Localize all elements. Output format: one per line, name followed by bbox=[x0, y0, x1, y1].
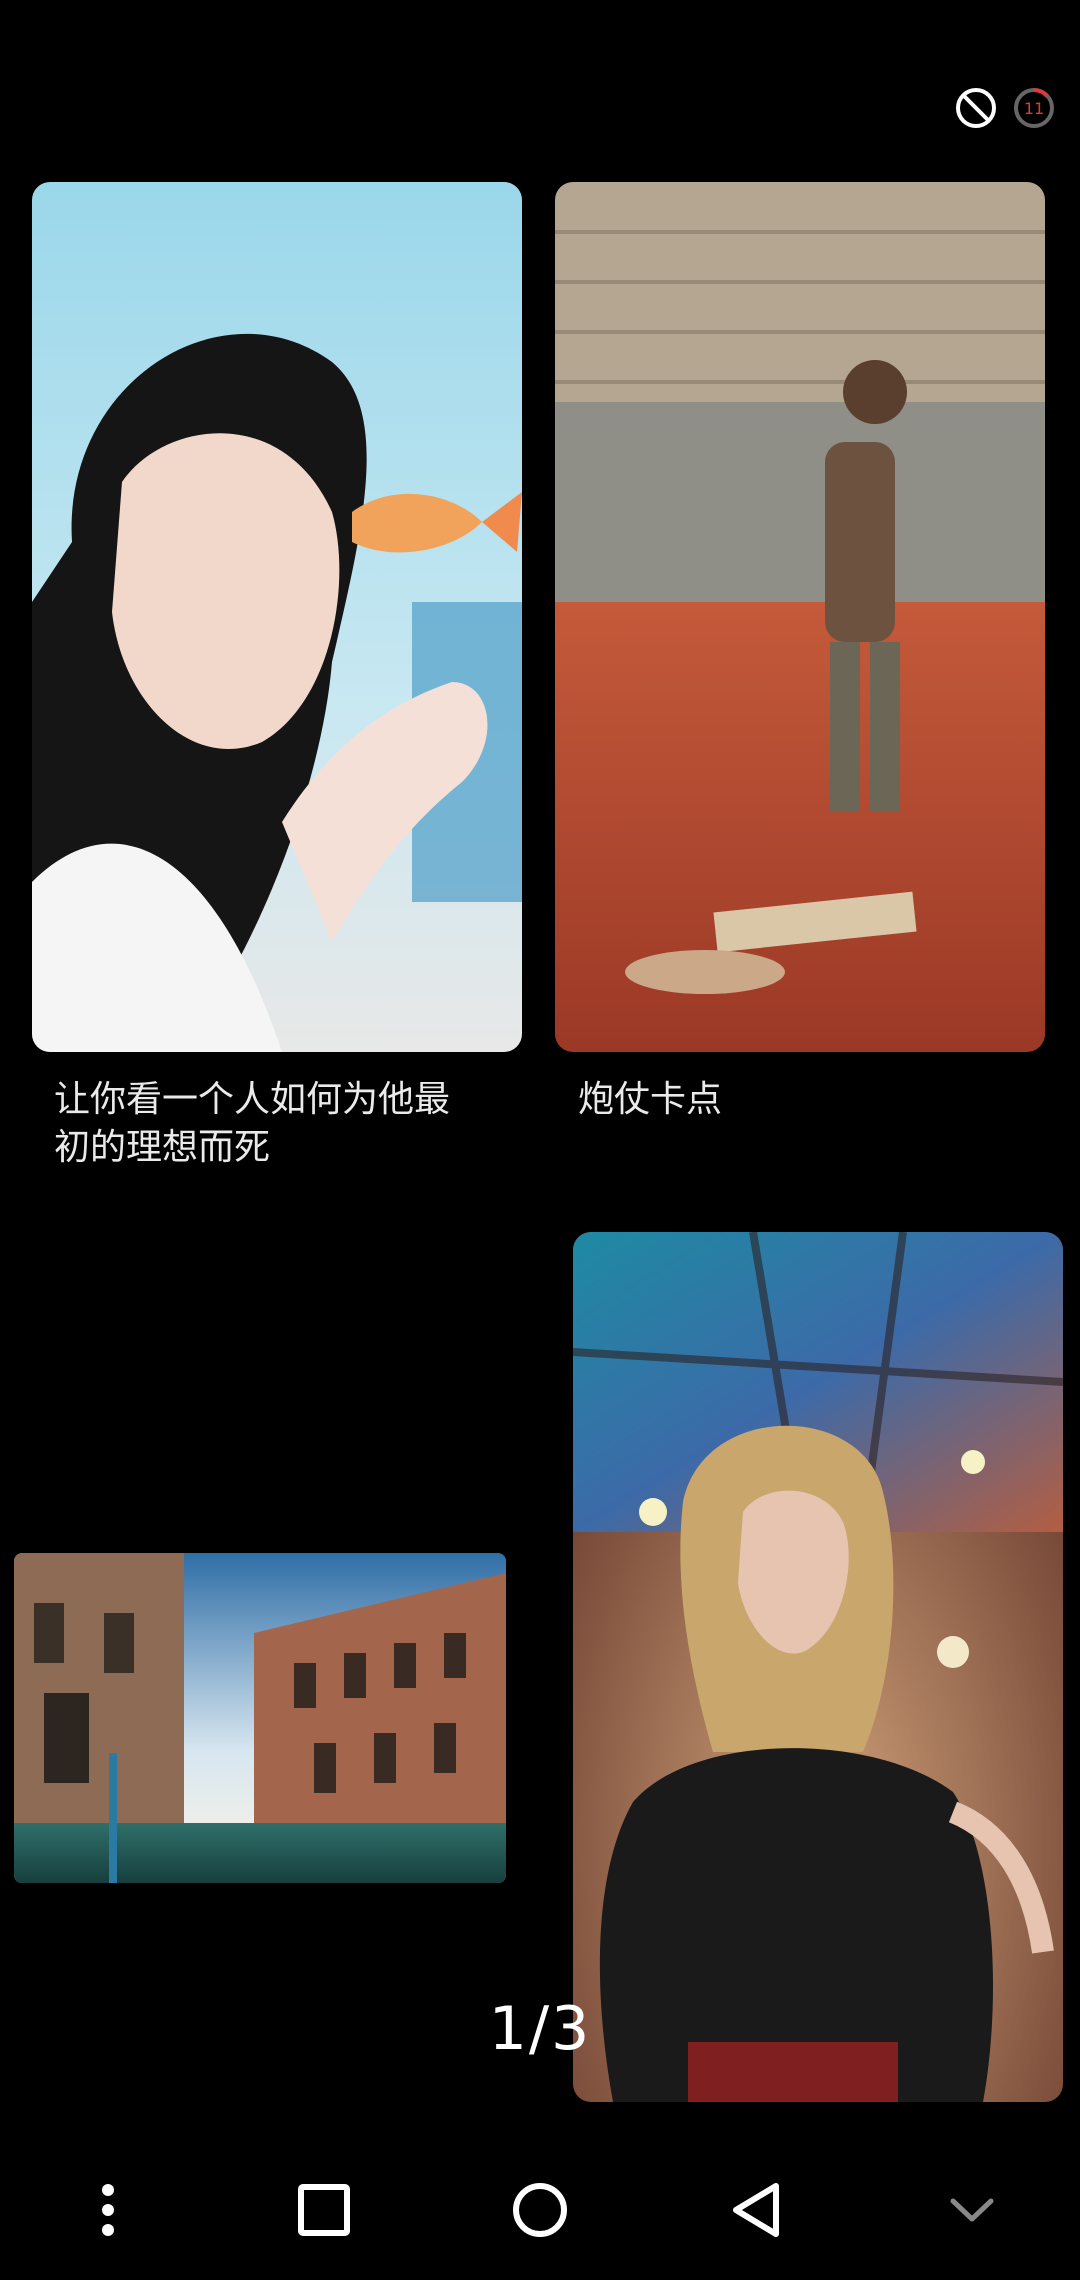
thumbnail-man-fireworks bbox=[555, 182, 1045, 1052]
video-card-1-caption: 让你看一个人如何为他最 初的理想而死 bbox=[54, 1079, 451, 1168]
thumbnail-girl-goldfish bbox=[32, 182, 522, 1052]
video-card-2[interactable] bbox=[555, 182, 1045, 1052]
timer-value: 11 bbox=[1024, 99, 1044, 118]
video-card-1[interactable] bbox=[32, 182, 522, 1052]
video-card-4[interactable] bbox=[573, 1232, 1063, 2102]
page-indicator: 1/3 bbox=[488, 1994, 592, 2064]
menu-dots-icon[interactable] bbox=[58, 2160, 158, 2260]
thumbnail-woman-stained-glass bbox=[573, 1232, 1063, 2102]
home-circle-icon[interactable] bbox=[490, 2160, 590, 2260]
collapse-chevron-icon[interactable] bbox=[922, 2160, 1022, 2260]
system-navbar bbox=[0, 2140, 1080, 2280]
block-icon[interactable] bbox=[954, 86, 998, 130]
video-card-3[interactable] bbox=[14, 1553, 506, 1883]
recents-square-icon[interactable] bbox=[274, 2160, 374, 2260]
back-triangle-icon[interactable] bbox=[706, 2160, 806, 2260]
status-icons: 11 bbox=[954, 86, 1056, 130]
timer-icon[interactable]: 11 bbox=[1012, 86, 1056, 130]
thumbnail-venice-canal bbox=[14, 1553, 506, 1883]
video-card-2-caption: 炮仗卡点 bbox=[578, 1079, 723, 1120]
